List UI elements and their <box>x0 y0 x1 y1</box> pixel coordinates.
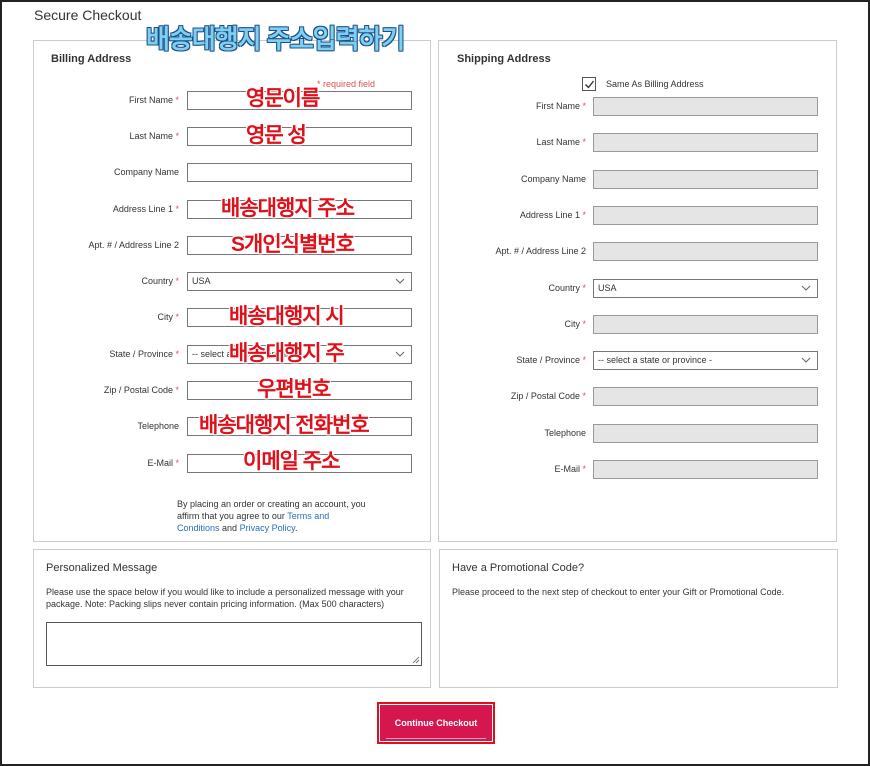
check-icon <box>585 80 595 89</box>
billing-telephone-label: Telephone <box>137 421 179 431</box>
billing-email-label: E-Mail * <box>147 458 179 468</box>
promo-desc: Please proceed to the next step of check… <box>452 587 785 597</box>
overlay-email: 이메일 주소 <box>243 450 340 473</box>
overlay-last-name: 영문 성 <box>246 124 307 147</box>
shipping-last-name-input[interactable] <box>593 133 818 152</box>
shipping-address1-input[interactable] <box>593 206 818 225</box>
message-title: Personalized Message <box>46 562 158 574</box>
chevron-down-icon <box>801 285 811 291</box>
chevron-down-icon <box>395 278 405 284</box>
shipping-last-name-label: Last Name * <box>536 137 586 147</box>
shipping-email-input[interactable] <box>593 460 818 479</box>
shipping-address2-input[interactable] <box>593 242 818 261</box>
billing-company-label: Company Name <box>113 167 179 177</box>
shipping-country-value: USA <box>598 283 617 293</box>
same-as-billing-label: Same As Billing Address <box>606 79 704 89</box>
button-edge <box>386 738 486 739</box>
billing-address1-label: Address Line 1 * <box>112 204 179 214</box>
resize-handle-icon[interactable] <box>412 656 420 664</box>
shipping-company-input[interactable] <box>593 170 818 189</box>
shipping-telephone-label: Telephone <box>544 428 586 438</box>
shipping-first-name-input[interactable] <box>593 97 818 116</box>
billing-country-label: Country * <box>141 276 179 286</box>
overlay-title: 배송대행지 주소입력하기 <box>146 24 405 54</box>
shipping-state-select[interactable]: -- select a state or province - <box>593 351 818 370</box>
terms-link[interactable]: Terms and <box>287 511 329 521</box>
promo-title: Have a Promotional Code? <box>452 562 585 574</box>
overlay-telephone: 배송대행지 전화번호 <box>199 414 370 437</box>
shipping-title: Shipping Address <box>457 53 551 65</box>
shipping-state-label: State / Province * <box>516 355 586 365</box>
shipping-state-value: -- select a state or province - <box>598 355 713 365</box>
same-as-billing-checkbox[interactable] <box>582 77 596 91</box>
continue-checkout-button[interactable]: Continue Checkout <box>380 705 492 741</box>
billing-address2-label: Apt. # / Address Line 2 <box>88 240 179 250</box>
shipping-country-label: Country * <box>548 283 586 293</box>
overlay-address1: 배송대행지 주소 <box>221 197 355 220</box>
chevron-down-icon <box>395 351 405 357</box>
shipping-email-label: E-Mail * <box>554 464 586 474</box>
billing-city-label: City * <box>157 312 179 322</box>
billing-zip-label: Zip / Postal Code * <box>103 385 179 395</box>
overlay-city: 배송대행지 시 <box>229 305 345 328</box>
required-note: * required field <box>317 79 376 89</box>
terms-link-cont[interactable]: Conditions <box>177 523 220 533</box>
shipping-zip-input[interactable] <box>593 387 818 406</box>
billing-state-label: State / Province * <box>109 349 179 359</box>
shipping-country-select[interactable]: USA <box>593 279 818 298</box>
billing-first-name-label: First Name * <box>128 95 179 105</box>
shipping-city-label: City * <box>564 319 586 329</box>
overlay-zip: 우편번호 <box>257 378 331 401</box>
page-title: Secure Checkout <box>34 7 142 23</box>
overlay-address2: S개인식별번호 <box>231 233 355 256</box>
shipping-telephone-input[interactable] <box>593 424 818 443</box>
shipping-address2-label: Apt. # / Address Line 2 <box>495 246 586 256</box>
overlay-first-name: 영문이름 <box>246 87 320 110</box>
privacy-policy-link[interactable]: Privacy Policy <box>240 523 295 533</box>
shipping-company-label: Company Name <box>520 174 586 184</box>
billing-company-input[interactable] <box>187 163 412 182</box>
chevron-down-icon <box>801 357 811 363</box>
message-textarea[interactable] <box>46 622 422 666</box>
billing-country-select[interactable]: USA <box>187 272 412 291</box>
overlay-state: 배송대행지 주 <box>229 342 345 365</box>
agreement-text: By placing an order or creating an accou… <box>177 499 366 533</box>
shipping-zip-label: Zip / Postal Code * <box>510 391 586 401</box>
billing-title: Billing Address <box>51 53 132 65</box>
shipping-address1-label: Address Line 1 * <box>519 210 586 220</box>
shipping-city-input[interactable] <box>593 315 818 334</box>
message-desc: Please use the space below if you would … <box>46 587 404 609</box>
billing-country-value: USA <box>192 276 211 286</box>
billing-last-name-label: Last Name * <box>129 131 179 141</box>
shipping-first-name-label: First Name * <box>535 101 586 111</box>
